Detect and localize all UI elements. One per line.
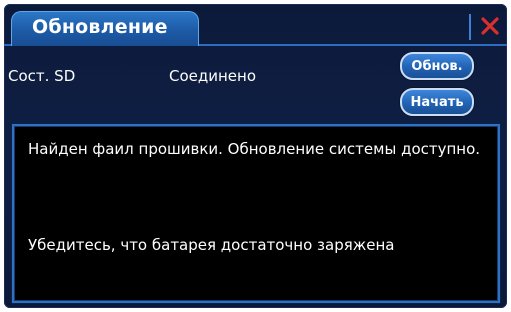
- tab-update[interactable]: Обновление: [11, 11, 199, 46]
- close-button[interactable]: [477, 11, 503, 41]
- close-icon: [481, 17, 499, 35]
- firmware-found-message: Найден фаил прошивки. Обновление системы…: [28, 140, 481, 158]
- battery-warning-message: Убедитесь, что батарея достаточно заряже…: [28, 236, 395, 254]
- sd-status-label: Сост. SD: [8, 67, 76, 85]
- start-button[interactable]: Начать: [400, 88, 474, 116]
- message-panel: Найден фаил прошивки. Обновление системы…: [12, 124, 500, 303]
- update-dialog: Обновление Сост. SD Соединено Обнов. Нач…: [4, 4, 507, 308]
- title-divider: [469, 14, 471, 40]
- tab-title: Обновление: [32, 16, 168, 38]
- refresh-button[interactable]: Обнов.: [400, 52, 474, 80]
- sd-status-value: Соединено: [169, 67, 257, 85]
